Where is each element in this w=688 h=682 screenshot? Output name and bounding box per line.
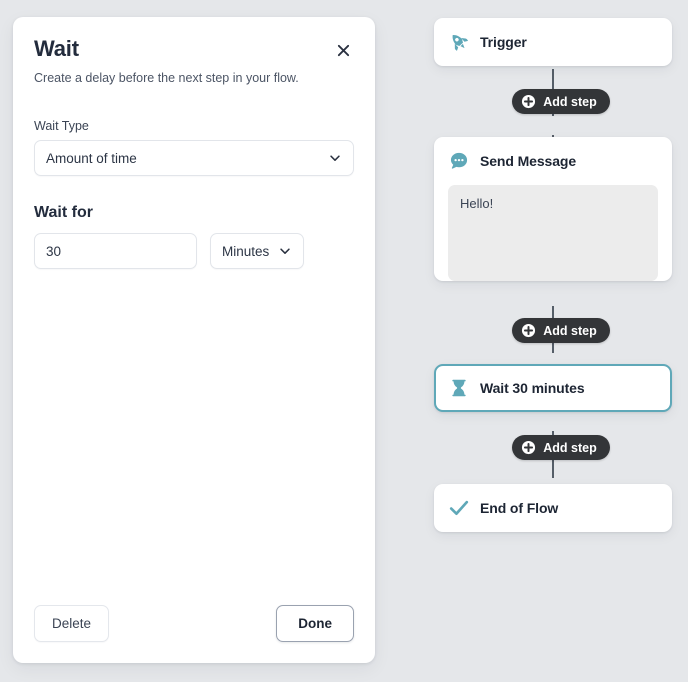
flow-card-wait[interactable]: Wait 30 minutes bbox=[434, 364, 672, 412]
panel-subtitle: Create a delay before the next step in y… bbox=[34, 71, 299, 86]
wait-duration-row: Minutes bbox=[34, 233, 354, 270]
flow-card-trigger[interactable]: Trigger bbox=[434, 18, 672, 66]
flow-card-header: End of Flow bbox=[434, 484, 672, 532]
hourglass-icon bbox=[448, 377, 470, 399]
add-step-label: Add step bbox=[543, 94, 597, 109]
add-step-slot-2: Add step bbox=[434, 318, 688, 343]
wait-type-label: Wait Type bbox=[34, 119, 89, 134]
plus-circle-icon bbox=[521, 323, 536, 338]
add-step-label: Add step bbox=[543, 440, 597, 455]
add-step-button[interactable]: Add step bbox=[512, 318, 610, 343]
wait-for-section-title: Wait for bbox=[34, 204, 93, 222]
rocket-icon bbox=[448, 31, 470, 53]
done-button[interactable]: Done bbox=[276, 605, 354, 642]
editor-panel-header: Wait bbox=[34, 36, 354, 61]
chat-bubble-icon bbox=[448, 150, 470, 172]
wait-type-value: Amount of time bbox=[46, 150, 137, 166]
message-preview-text: Hello! bbox=[460, 196, 494, 211]
editor-panel-footer: Delete Done bbox=[13, 605, 375, 663]
wait-unit-value: Minutes bbox=[222, 243, 270, 259]
wait-step-editor-panel: Wait Create a delay before the next step… bbox=[13, 17, 375, 663]
chevron-down-icon bbox=[278, 244, 292, 258]
chevron-down-icon bbox=[328, 151, 342, 165]
flow-steps-list: Trigger Add step Send Message Hello! Add… bbox=[434, 0, 688, 532]
close-icon bbox=[336, 43, 351, 58]
add-step-button[interactable]: Add step bbox=[512, 435, 610, 460]
plus-circle-icon bbox=[521, 94, 536, 109]
flow-card-header: Trigger bbox=[434, 18, 672, 66]
add-step-slot-1: Add step bbox=[434, 89, 688, 114]
wait-amount-input[interactable] bbox=[34, 233, 197, 270]
message-preview-body[interactable]: Hello! bbox=[448, 185, 658, 281]
plus-circle-icon bbox=[521, 440, 536, 455]
editor-panel-body: Wait Create a delay before the next step… bbox=[13, 17, 375, 605]
delete-button[interactable]: Delete bbox=[34, 605, 110, 642]
wait-type-select[interactable]: Amount of time bbox=[34, 140, 354, 177]
flow-card-send-message[interactable]: Send Message Hello! bbox=[434, 137, 672, 281]
flow-card-header: Wait 30 minutes bbox=[436, 366, 670, 410]
add-step-slot-3: Add step bbox=[434, 435, 688, 460]
wait-unit-select[interactable]: Minutes bbox=[210, 233, 304, 270]
add-step-label: Add step bbox=[543, 323, 597, 338]
flow-canvas: Trigger Add step Send Message Hello! Add… bbox=[434, 0, 688, 682]
flow-card-header: Send Message bbox=[434, 137, 672, 185]
close-panel-button[interactable] bbox=[332, 39, 354, 61]
flow-card-title: End of Flow bbox=[480, 500, 559, 516]
add-step-button[interactable]: Add step bbox=[512, 89, 610, 114]
check-icon bbox=[448, 497, 470, 519]
flow-card-title: Wait 30 minutes bbox=[480, 380, 585, 396]
page-title: Wait bbox=[34, 36, 79, 61]
flow-card-end-of-flow[interactable]: End of Flow bbox=[434, 484, 672, 532]
flow-card-title: Send Message bbox=[480, 153, 577, 169]
flow-card-title: Trigger bbox=[480, 34, 527, 50]
